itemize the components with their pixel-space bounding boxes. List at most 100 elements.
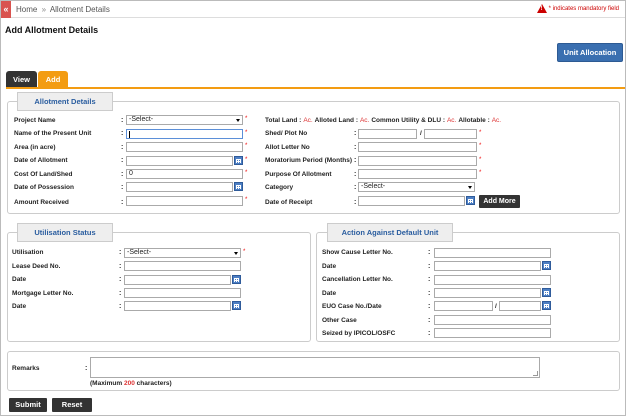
colon: :	[119, 263, 122, 270]
amount-received-input[interactable]	[126, 196, 243, 206]
allot-letter-input[interactable]	[358, 142, 477, 152]
receipt-input[interactable]	[358, 196, 465, 206]
date-allotment-label: Date of Allotment	[14, 157, 68, 164]
colon: :	[119, 290, 122, 297]
project-name-select[interactable]: -Select-	[126, 115, 243, 125]
show-cause-date-label: Date	[322, 263, 337, 270]
alloted-land-label: Alloted Land :	[314, 117, 359, 124]
calendar-icon[interactable]	[234, 156, 243, 165]
remarks-limit-suffix: characters)	[136, 380, 172, 387]
category-select[interactable]: -Select-	[358, 182, 475, 192]
project-name-label: Project Name	[14, 117, 56, 124]
present-unit-input[interactable]	[126, 129, 243, 139]
calendar-icon[interactable]	[234, 182, 243, 191]
common-utility-unit: Ac.	[446, 117, 457, 124]
chevron-down-icon	[236, 119, 240, 122]
area-label: Area (in acre)	[14, 144, 56, 151]
cancellation-label: Cancellation Letter No.	[322, 276, 393, 283]
plot-no-input[interactable]	[424, 129, 477, 139]
remarks-textarea[interactable]	[90, 357, 540, 378]
show-cause-input[interactable]	[434, 248, 551, 258]
utilisation-select[interactable]: -Select-	[124, 248, 241, 258]
colon: :	[121, 171, 124, 178]
required-star: *	[245, 143, 248, 149]
mandatory-note-text: * indicates mandatory field	[548, 5, 619, 12]
receipt-label: Date of Receipt	[265, 199, 313, 206]
required-star: *	[245, 197, 248, 203]
seized-label: Seized by IPICOL/OSFC	[322, 330, 396, 337]
cancellation-date-input[interactable]	[434, 288, 541, 298]
calendar-icon[interactable]	[232, 275, 241, 284]
breadcrumb-home[interactable]: Home	[16, 5, 37, 14]
colon: :	[428, 330, 431, 337]
colon: :	[121, 130, 124, 137]
possession-label: Date of Possession	[14, 184, 74, 191]
utilisation-label: Utilisation	[12, 249, 44, 256]
colon: :	[121, 184, 124, 191]
tab-add[interactable]: Add	[38, 71, 68, 88]
category-select-value: -Select-	[361, 183, 386, 190]
colon: :	[119, 249, 122, 256]
euo-case-label: EUO Case No./Date	[322, 303, 382, 310]
warning-icon: !	[536, 4, 547, 13]
mortgage-input[interactable]	[124, 288, 241, 298]
possession-input[interactable]	[126, 182, 233, 192]
allotment-details-legend: Allotment Details	[17, 92, 113, 111]
tab-underline	[6, 87, 625, 89]
other-case-input[interactable]	[434, 315, 551, 325]
lease-deed-input[interactable]	[124, 261, 241, 271]
area-input[interactable]	[126, 142, 243, 152]
page-title: Add Allotment Details	[5, 25, 99, 35]
colon: :	[354, 157, 357, 164]
default-action-legend: Action Against Default Unit	[327, 223, 453, 242]
alloted-land-unit: Ac.	[359, 117, 370, 124]
required-star: *	[479, 157, 482, 163]
lease-deed-date-input[interactable]	[124, 275, 231, 285]
remarks-label: Remarks	[12, 365, 40, 372]
chevron-down-icon	[234, 252, 238, 255]
cancellation-input[interactable]	[434, 275, 551, 285]
lease-deed-label: Lease Deed No.	[12, 263, 61, 270]
required-star: *	[245, 157, 248, 163]
tab-view[interactable]: View	[6, 71, 37, 88]
calendar-icon[interactable]	[542, 288, 551, 297]
add-more-button[interactable]: Add More	[479, 195, 520, 208]
shed-plot-separator: /	[420, 130, 422, 137]
euo-case-input[interactable]	[434, 301, 493, 311]
calendar-icon[interactable]	[542, 261, 551, 270]
calendar-icon[interactable]	[466, 196, 475, 205]
total-land-label: Total Land :	[265, 117, 302, 124]
purpose-input[interactable]	[358, 169, 477, 179]
shed-no-input[interactable]	[358, 129, 417, 139]
reset-button[interactable]: Reset	[52, 398, 92, 412]
colon: :	[85, 365, 88, 372]
calendar-icon[interactable]	[232, 301, 241, 310]
euo-date-input[interactable]	[499, 301, 541, 311]
colon: :	[119, 303, 122, 310]
required-star: *	[243, 249, 246, 255]
category-label: Category	[265, 184, 294, 191]
seized-input[interactable]	[434, 328, 551, 338]
colon: :	[119, 276, 122, 283]
mortgage-date-input[interactable]	[124, 301, 231, 311]
calendar-icon[interactable]	[542, 301, 551, 310]
required-star: *	[479, 130, 482, 136]
date-allotment-input[interactable]	[126, 156, 233, 166]
breadcrumb-separator: »	[41, 5, 47, 14]
cost-input[interactable]: 0	[126, 169, 243, 179]
other-case-label: Other Case	[322, 317, 357, 324]
show-cause-date-input[interactable]	[434, 261, 541, 271]
breadcrumb: Home » Allotment Details	[16, 5, 110, 14]
moratorium-input[interactable]	[358, 156, 477, 166]
required-star: *	[479, 143, 482, 149]
colon: :	[428, 276, 431, 283]
required-star: *	[245, 170, 248, 176]
submit-button[interactable]: Submit	[9, 398, 47, 412]
back-icon[interactable]: «	[1, 1, 11, 18]
remarks-limit-value: 200	[123, 380, 135, 387]
purpose-label: Purpose Of Allotment	[265, 171, 332, 178]
utilisation-date-label: Date	[12, 276, 27, 283]
cost-label: Cost Of Land/Shed	[14, 171, 73, 178]
remarks-limit-note: (Maximum 200 characters)	[90, 380, 172, 387]
unit-allocation-button[interactable]: Unit Allocation	[557, 43, 623, 62]
